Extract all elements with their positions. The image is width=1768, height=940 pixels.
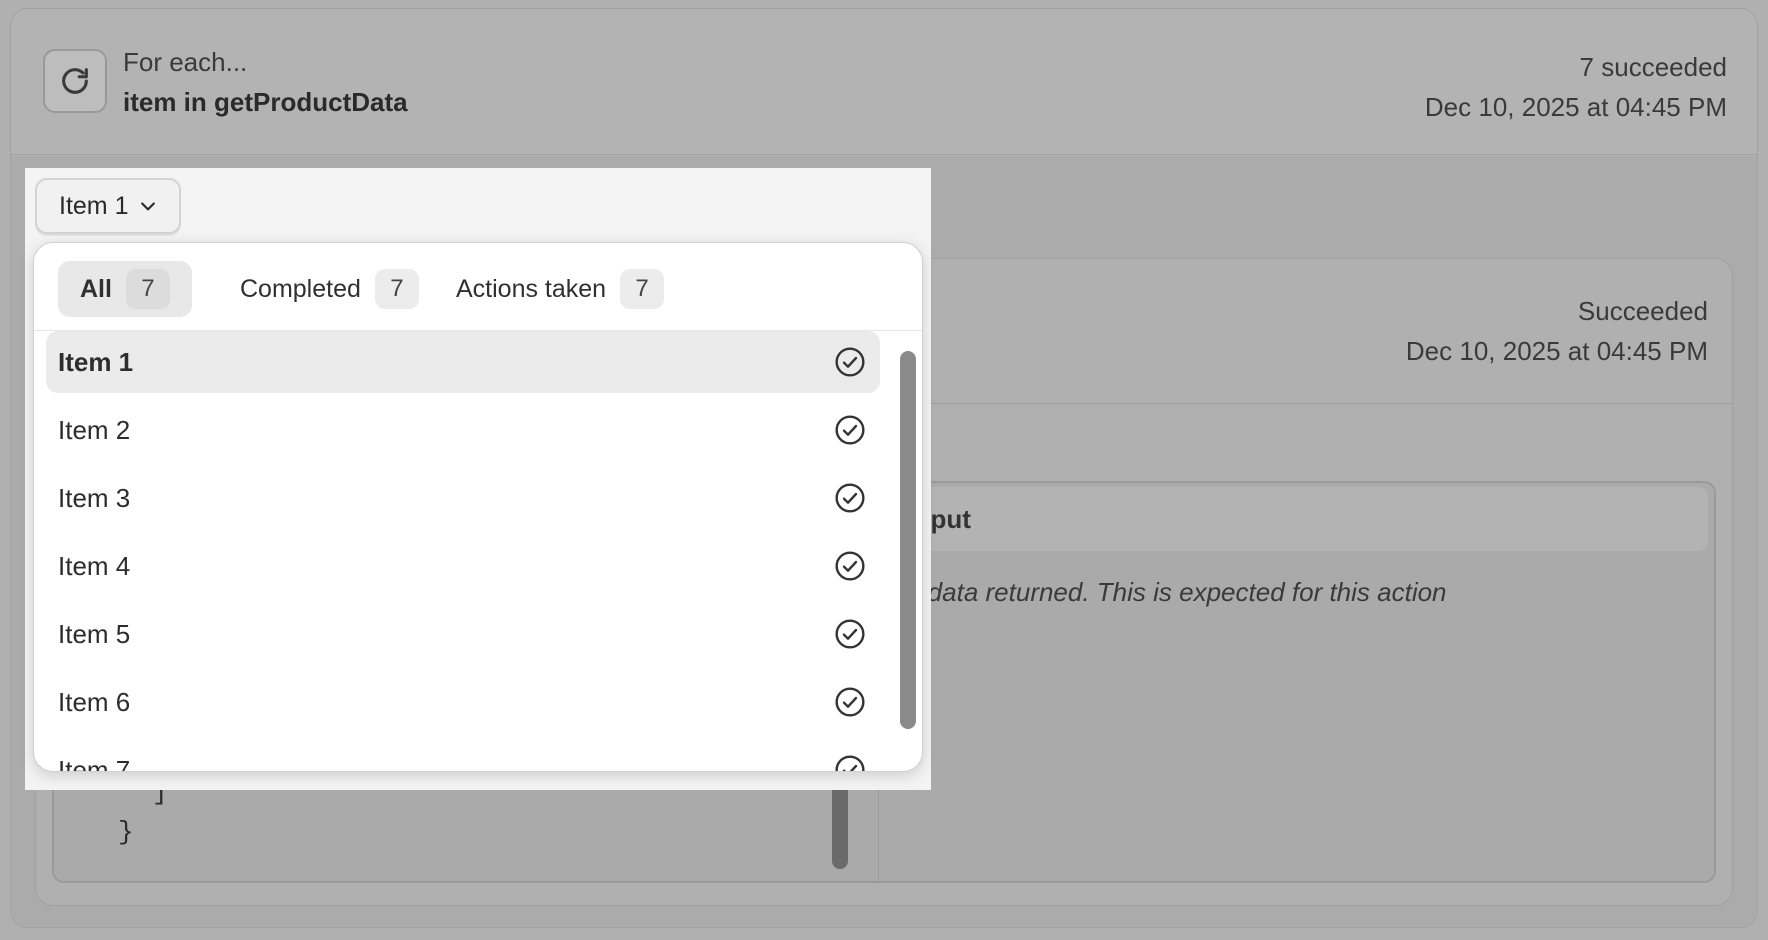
step-status: Succeeded [1577, 296, 1708, 326]
item-label: Item 1 [58, 346, 134, 377]
tab-actions-taken[interactable]: Actions taken 7 [434, 261, 686, 317]
list-item[interactable]: Item 6 [46, 671, 880, 733]
tab-all[interactable]: All 7 [58, 261, 192, 317]
check-circle-icon [835, 687, 865, 717]
item-label: Item 2 [58, 414, 131, 445]
check-circle-icon [835, 415, 865, 445]
tab-count: 7 [374, 269, 419, 309]
item-selector-overlay: Item 1 All 7 Completed 7 Actions taken 7 [25, 168, 931, 790]
check-circle-icon [835, 619, 865, 649]
filter-tabs: All 7 Completed 7 Actions taken 7 [34, 243, 922, 331]
list-item[interactable]: Item 7 [46, 739, 880, 772]
tab-label: Actions taken [456, 274, 607, 303]
tab-count: 7 [620, 269, 665, 309]
step-status-block: Succeeded Dec 10, 2025 at 04:45 PM [1406, 291, 1708, 371]
item-select-button[interactable]: Item 1 [35, 178, 181, 234]
item-label: Item 5 [58, 618, 131, 649]
loop-status: 7 succeeded [1579, 52, 1727, 82]
list-item[interactable]: Item 2 [46, 399, 880, 461]
item-list: Item 1 Item 2 Item 3 Item 4 Item 5 Item … [34, 331, 922, 772]
check-circle-icon [835, 755, 865, 771]
item-label: Item 4 [58, 550, 131, 581]
item-select-label: Item 1 [59, 191, 129, 220]
list-item[interactable]: Item 1 [46, 331, 880, 393]
tab-label: Completed [240, 274, 361, 303]
item-label: Item 6 [58, 686, 131, 717]
list-item[interactable]: Item 5 [46, 603, 880, 665]
tab-label: All [80, 274, 112, 303]
item-popover: All 7 Completed 7 Actions taken 7 Item 1 [33, 242, 923, 772]
loop-status-block: 7 succeeded Dec 10, 2025 at 04:45 PM [1425, 47, 1727, 127]
item-list-scrollbar[interactable] [900, 351, 916, 729]
output-heading: utput [890, 487, 1708, 551]
check-circle-icon [835, 347, 865, 377]
for-each-header[interactable]: For each... item in getProductData 7 suc… [11, 9, 1757, 155]
chevron-down-icon [141, 202, 156, 211]
tab-completed[interactable]: Completed 7 [218, 261, 441, 317]
item-label: Item 7 [58, 754, 131, 772]
code-line: } [118, 817, 134, 847]
item-label: Item 3 [58, 482, 131, 513]
check-circle-icon [835, 551, 865, 581]
list-item[interactable]: Item 4 [46, 535, 880, 597]
loop-title: item in getProductData [123, 87, 408, 117]
check-circle-icon [835, 483, 865, 513]
list-item[interactable]: Item 3 [46, 467, 880, 529]
loop-subtitle: For each... [123, 47, 248, 77]
step-timestamp: Dec 10, 2025 at 04:45 PM [1405, 336, 1708, 366]
page: For each... item in getProductData 7 suc… [0, 0, 1768, 940]
loop-timestamp: Dec 10, 2025 at 04:45 PM [1424, 92, 1727, 122]
input-scrollbar[interactable] [832, 783, 848, 869]
output-message: o data returned. This is expected for th… [906, 577, 1447, 607]
refresh-loop-icon [43, 49, 107, 113]
tab-count: 7 [125, 269, 170, 309]
